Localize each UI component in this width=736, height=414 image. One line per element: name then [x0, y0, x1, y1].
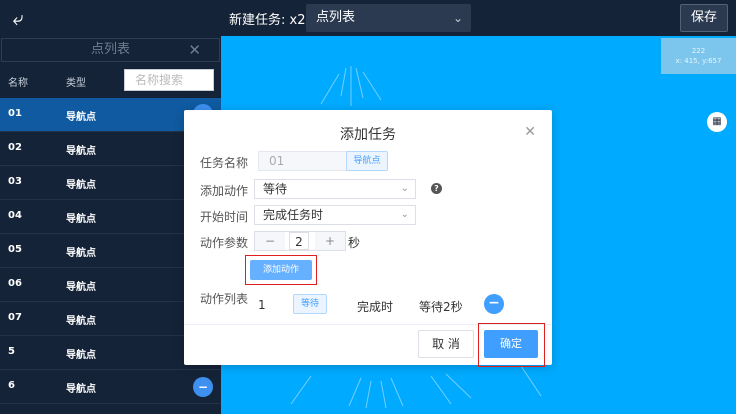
point-name: 04	[8, 210, 22, 221]
action-row-trigger: 完成时	[357, 300, 394, 314]
point-type: 导航点	[66, 316, 96, 327]
point-type: 导航点	[66, 282, 96, 293]
point-type: 导航点	[66, 350, 96, 361]
start-time-value: 完成任务时	[263, 208, 324, 222]
point-name: 05	[8, 244, 22, 255]
help-icon[interactable]: ?	[431, 183, 442, 194]
point-list-dropdown[interactable]: 点列表 ⌄	[306, 4, 471, 32]
point-type: 导航点	[66, 146, 96, 157]
close-icon[interactable]: ✕	[524, 124, 536, 140]
point-type: 导航点	[66, 248, 96, 259]
start-time-label: 开始时间	[200, 210, 249, 224]
save-button[interactable]: 保存	[680, 4, 728, 32]
action-params-label: 动作参数	[200, 236, 249, 250]
chevron-down-icon: ⌄	[452, 11, 463, 25]
chevron-down-icon: ⌄	[400, 209, 409, 220]
point-type: 导航点	[66, 384, 96, 395]
point-name: 5	[8, 346, 15, 357]
coordinate-id: 222	[691, 47, 706, 55]
highlight-box-confirm	[478, 323, 545, 367]
top-bar: ⤶ 新建任务: x2 点列表 ⌄ 保存	[0, 0, 736, 36]
name-search-input[interactable]	[124, 69, 214, 91]
decrement-button[interactable]: −	[255, 232, 285, 250]
highlight-box-add-action	[245, 255, 317, 285]
sidebar-header: 点列表 ✕	[1, 38, 220, 62]
column-name-header: 名称	[8, 78, 28, 89]
point-name: 02	[8, 142, 22, 153]
params-unit: 秒	[348, 236, 361, 250]
action-list-label: 动作列表	[200, 292, 249, 306]
action-row-index: 1	[258, 298, 266, 312]
coordinate-readout: 222 x: 415, y:657	[661, 38, 736, 74]
start-time-select[interactable]: 完成任务时 ⌄	[254, 205, 416, 225]
dialog-title: 添加任务	[340, 127, 396, 143]
point-name: 03	[8, 176, 22, 187]
remove-point-icon[interactable]: −	[193, 377, 213, 397]
sidebar-title: 点列表	[90, 42, 130, 57]
grid-icon[interactable]: ▦	[707, 112, 727, 132]
point-type: 导航点	[66, 214, 96, 225]
increment-button[interactable]: +	[315, 232, 345, 250]
coordinate-xy: x: 415, y:657	[675, 57, 722, 65]
point-type: 导航点	[66, 180, 96, 191]
point-type: 导航点	[66, 112, 96, 123]
add-action-label: 添加动作	[200, 184, 249, 198]
action-row-desc: 等待2秒	[419, 300, 463, 314]
action-row-type-tag: 等待	[293, 294, 327, 314]
task-name-label: 任务名称	[200, 156, 249, 170]
cancel-button[interactable]: 取 消	[418, 330, 474, 358]
point-name: 07	[8, 312, 22, 323]
point-name: 01	[8, 108, 22, 119]
close-icon[interactable]: ✕	[188, 39, 201, 61]
chevron-down-icon: ⌄	[400, 183, 409, 194]
params-stepper: − 2 +	[254, 231, 346, 251]
task-type-tag: 导航点	[346, 151, 388, 171]
page-title: 新建任务: x2	[229, 13, 306, 28]
params-value[interactable]: 2	[289, 232, 309, 250]
back-arrow-icon[interactable]: ⤶	[4, 4, 32, 32]
point-list-dropdown-value: 点列表	[316, 10, 356, 25]
remove-action-icon[interactable]: −	[484, 294, 504, 314]
task-name-field: 01	[258, 151, 354, 171]
add-task-dialog: 添加任务 ✕ 任务名称 01 导航点 添加动作 等待 ⌄ ? 开始时间 完成任务…	[184, 110, 552, 367]
column-type-header: 类型	[66, 78, 86, 89]
point-name: 06	[8, 278, 22, 289]
action-type-value: 等待	[263, 182, 288, 196]
action-type-select[interactable]: 等待 ⌄	[254, 179, 416, 199]
column-headers: 名称 类型	[0, 66, 221, 94]
list-item[interactable]: 6 导航点 −	[0, 370, 221, 404]
point-name: 6	[8, 380, 15, 391]
